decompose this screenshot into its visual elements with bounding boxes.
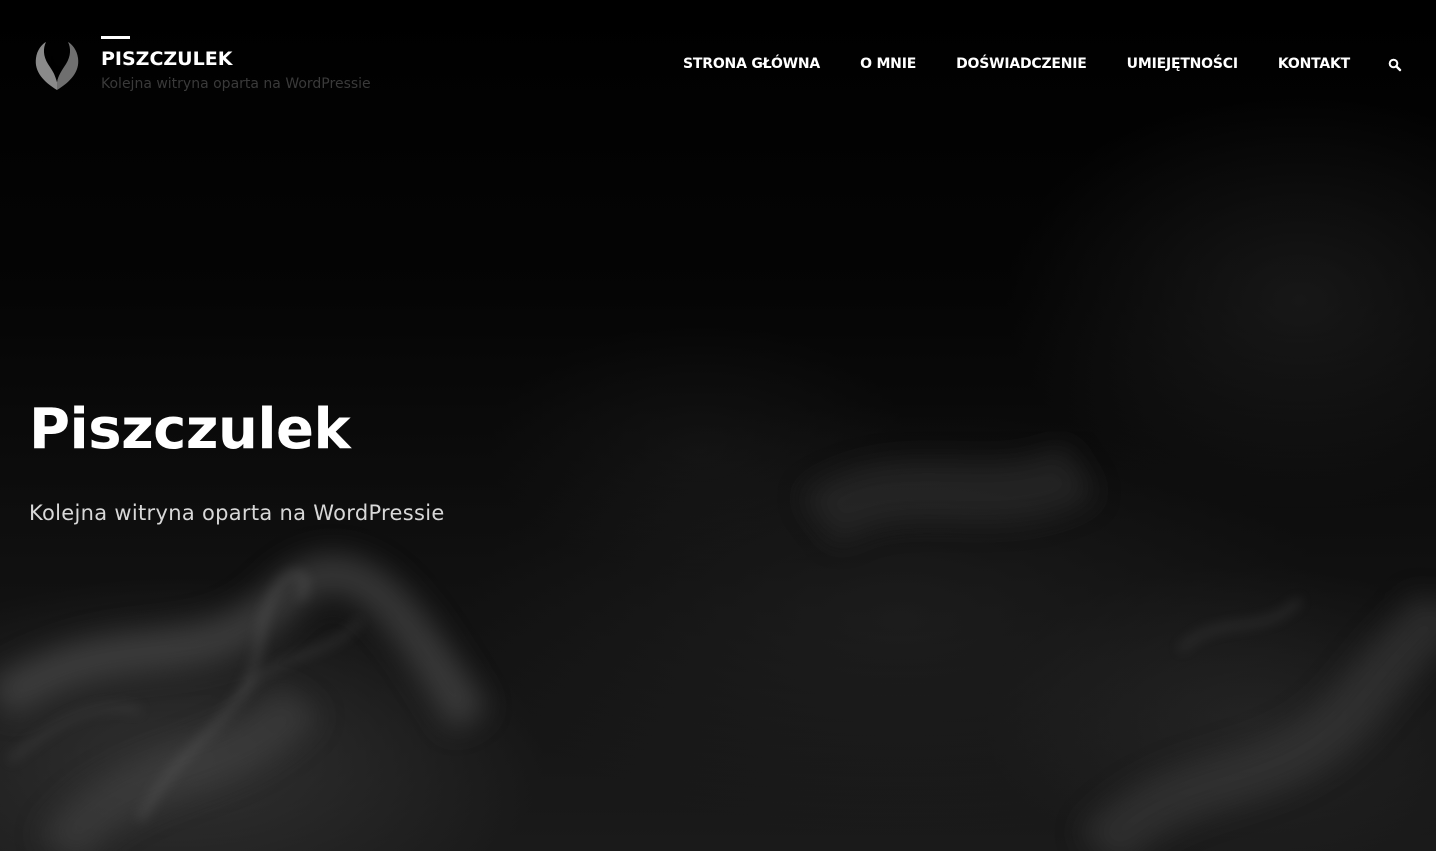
site-title[interactable]: PISZCZULEK [101, 47, 371, 71]
search-icon[interactable] [1388, 57, 1402, 72]
nav-item-home[interactable]: STRONA GŁÓWNA [683, 54, 820, 74]
site-header: PISZCZULEK Kolejna witryna oparta na Wor… [0, 0, 1436, 130]
brand-accent-bar [101, 36, 130, 39]
nav-item-about[interactable]: O MNIE [860, 54, 916, 74]
hero-content: Piszczulek Kolejna witryna oparta na Wor… [29, 395, 445, 527]
heart-leaf-logo-icon[interactable] [30, 38, 84, 94]
nav-item-skills[interactable]: UMIEJĘTNOŚCI [1127, 54, 1238, 74]
main-navigation: STRONA GŁÓWNA O MNIE DOŚWIADCZENIE UMIEJ… [683, 54, 1402, 74]
nav-item-contact[interactable]: KONTAKT [1278, 54, 1350, 74]
nav-item-experience[interactable]: DOŚWIADCZENIE [956, 54, 1087, 74]
hero-subtitle: Kolejna witryna oparta na WordPressie [29, 501, 445, 525]
hero-section: PISZCZULEK Kolejna witryna oparta na Wor… [0, 0, 1436, 851]
hero-title: Piszczulek [29, 397, 351, 462]
site-branding: PISZCZULEK Kolejna witryna oparta na Wor… [101, 36, 371, 93]
site-tagline: Kolejna witryna oparta na WordPressie [101, 76, 371, 92]
